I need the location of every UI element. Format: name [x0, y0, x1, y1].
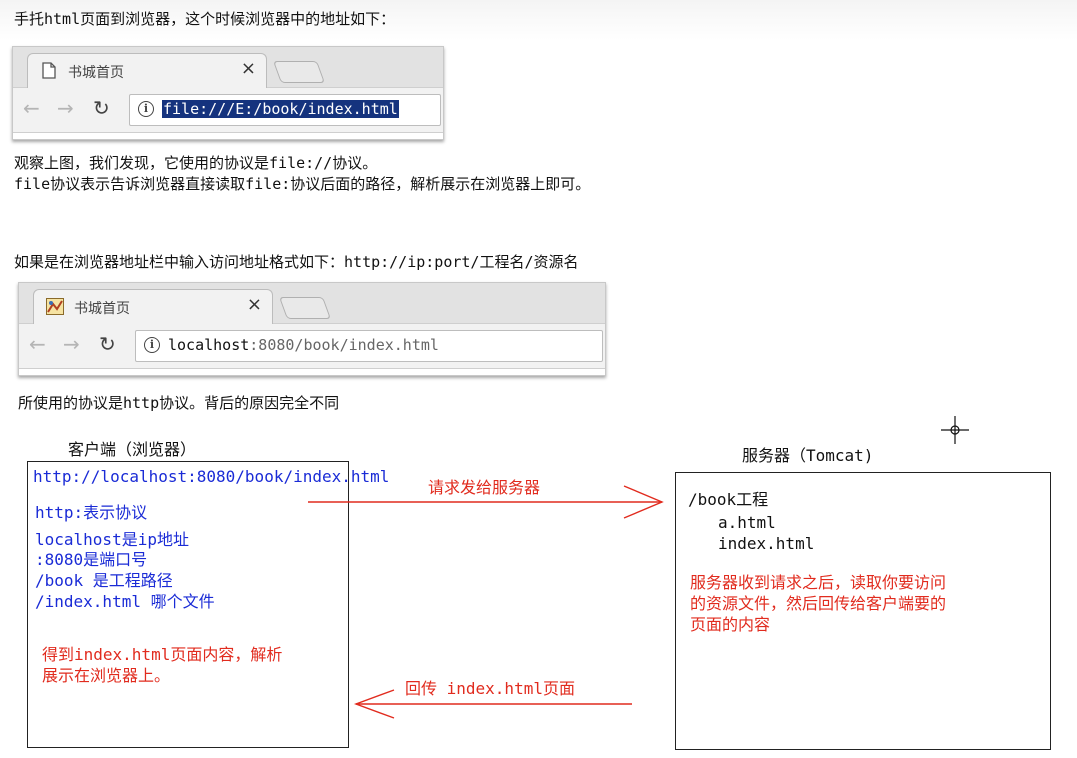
- tab-strip: 书城首页 ×: [13, 47, 443, 88]
- http-protocol-note: 所使用的协议是http协议。背后的原因完全不同: [18, 394, 340, 412]
- observation-line-2: file协议表示告诉浏览器直接读取file:协议后面的路径，解析展示在浏览器上即…: [14, 175, 591, 193]
- url-host: localhost: [168, 336, 250, 354]
- client-note-protocol: http:表示协议: [35, 503, 148, 522]
- favicon-icon: [46, 298, 64, 315]
- browser-mock-http: 书城首页 × ← → ↻ i localhost:8080/book/index…: [18, 282, 606, 376]
- server-desc-line-3: 页面的内容: [690, 615, 771, 634]
- url-format-line: 如果是在浏览器地址栏中输入访问地址格式如下：http://ip:port/工程名…: [14, 253, 579, 271]
- tab-strip: 书城首页 ×: [19, 283, 605, 324]
- browser-tab[interactable]: 书城首页 ×: [27, 53, 267, 88]
- nav-row: ← → ↻ i file:///E:/book/index.html: [13, 88, 443, 132]
- browser-mock-file: 书城首页 × ← → ↻ i file:///E:/book/index.htm…: [12, 46, 444, 140]
- client-result-line-2: 展示在浏览器上。: [42, 666, 171, 685]
- address-url[interactable]: file:///E:/book/index.html: [162, 100, 399, 118]
- new-tab-button[interactable]: [272, 61, 326, 83]
- forward-arrow-icon[interactable]: →: [63, 332, 80, 356]
- address-bar[interactable]: i file:///E:/book/index.html: [129, 94, 441, 126]
- back-arrow-icon[interactable]: ←: [29, 332, 46, 356]
- browser-bottom-edge: [19, 368, 605, 375]
- close-icon[interactable]: ×: [241, 58, 256, 79]
- info-icon[interactable]: i: [144, 337, 160, 353]
- server-file-index: index.html: [718, 534, 815, 553]
- browser-tab[interactable]: 书城首页 ×: [33, 289, 273, 324]
- intro-line: 手托html页面到浏览器，这个时候浏览器中的地址如下：: [14, 10, 396, 28]
- new-tab-button[interactable]: [278, 297, 332, 319]
- url-path: :8080/book/index.html: [249, 336, 439, 354]
- observation-line-1: 观察上图，我们发现，它使用的协议是file://协议。: [14, 154, 378, 172]
- reload-icon[interactable]: ↻: [93, 96, 110, 120]
- client-note-file: /index.html 哪个文件: [35, 592, 215, 611]
- info-icon[interactable]: i: [138, 101, 154, 117]
- request-label: 请求发给服务器: [428, 478, 541, 497]
- reload-icon[interactable]: ↻: [99, 332, 116, 356]
- address-bar[interactable]: i localhost:8080/book/index.html: [135, 330, 603, 362]
- server-title: 服务器（Tomcat): [742, 446, 874, 465]
- browser-bottom-edge: [13, 132, 443, 139]
- tab-title: 书城首页: [74, 301, 130, 317]
- address-url[interactable]: localhost:8080/book/index.html: [168, 336, 439, 354]
- server-file-a: a.html: [718, 513, 776, 532]
- forward-arrow-icon[interactable]: →: [57, 96, 74, 120]
- back-arrow-icon[interactable]: ←: [23, 96, 40, 120]
- response-label: 回传 index.html页面: [405, 679, 575, 698]
- server-project: /book工程: [688, 490, 769, 509]
- close-icon[interactable]: ×: [247, 294, 262, 315]
- tab-title: 书城首页: [68, 65, 124, 81]
- crosshair-cursor-icon: [941, 416, 969, 444]
- client-title: 客户端（浏览器）: [68, 440, 197, 459]
- page-icon: [42, 62, 56, 79]
- nav-row: ← → ↻ i localhost:8080/book/index.html: [19, 324, 605, 368]
